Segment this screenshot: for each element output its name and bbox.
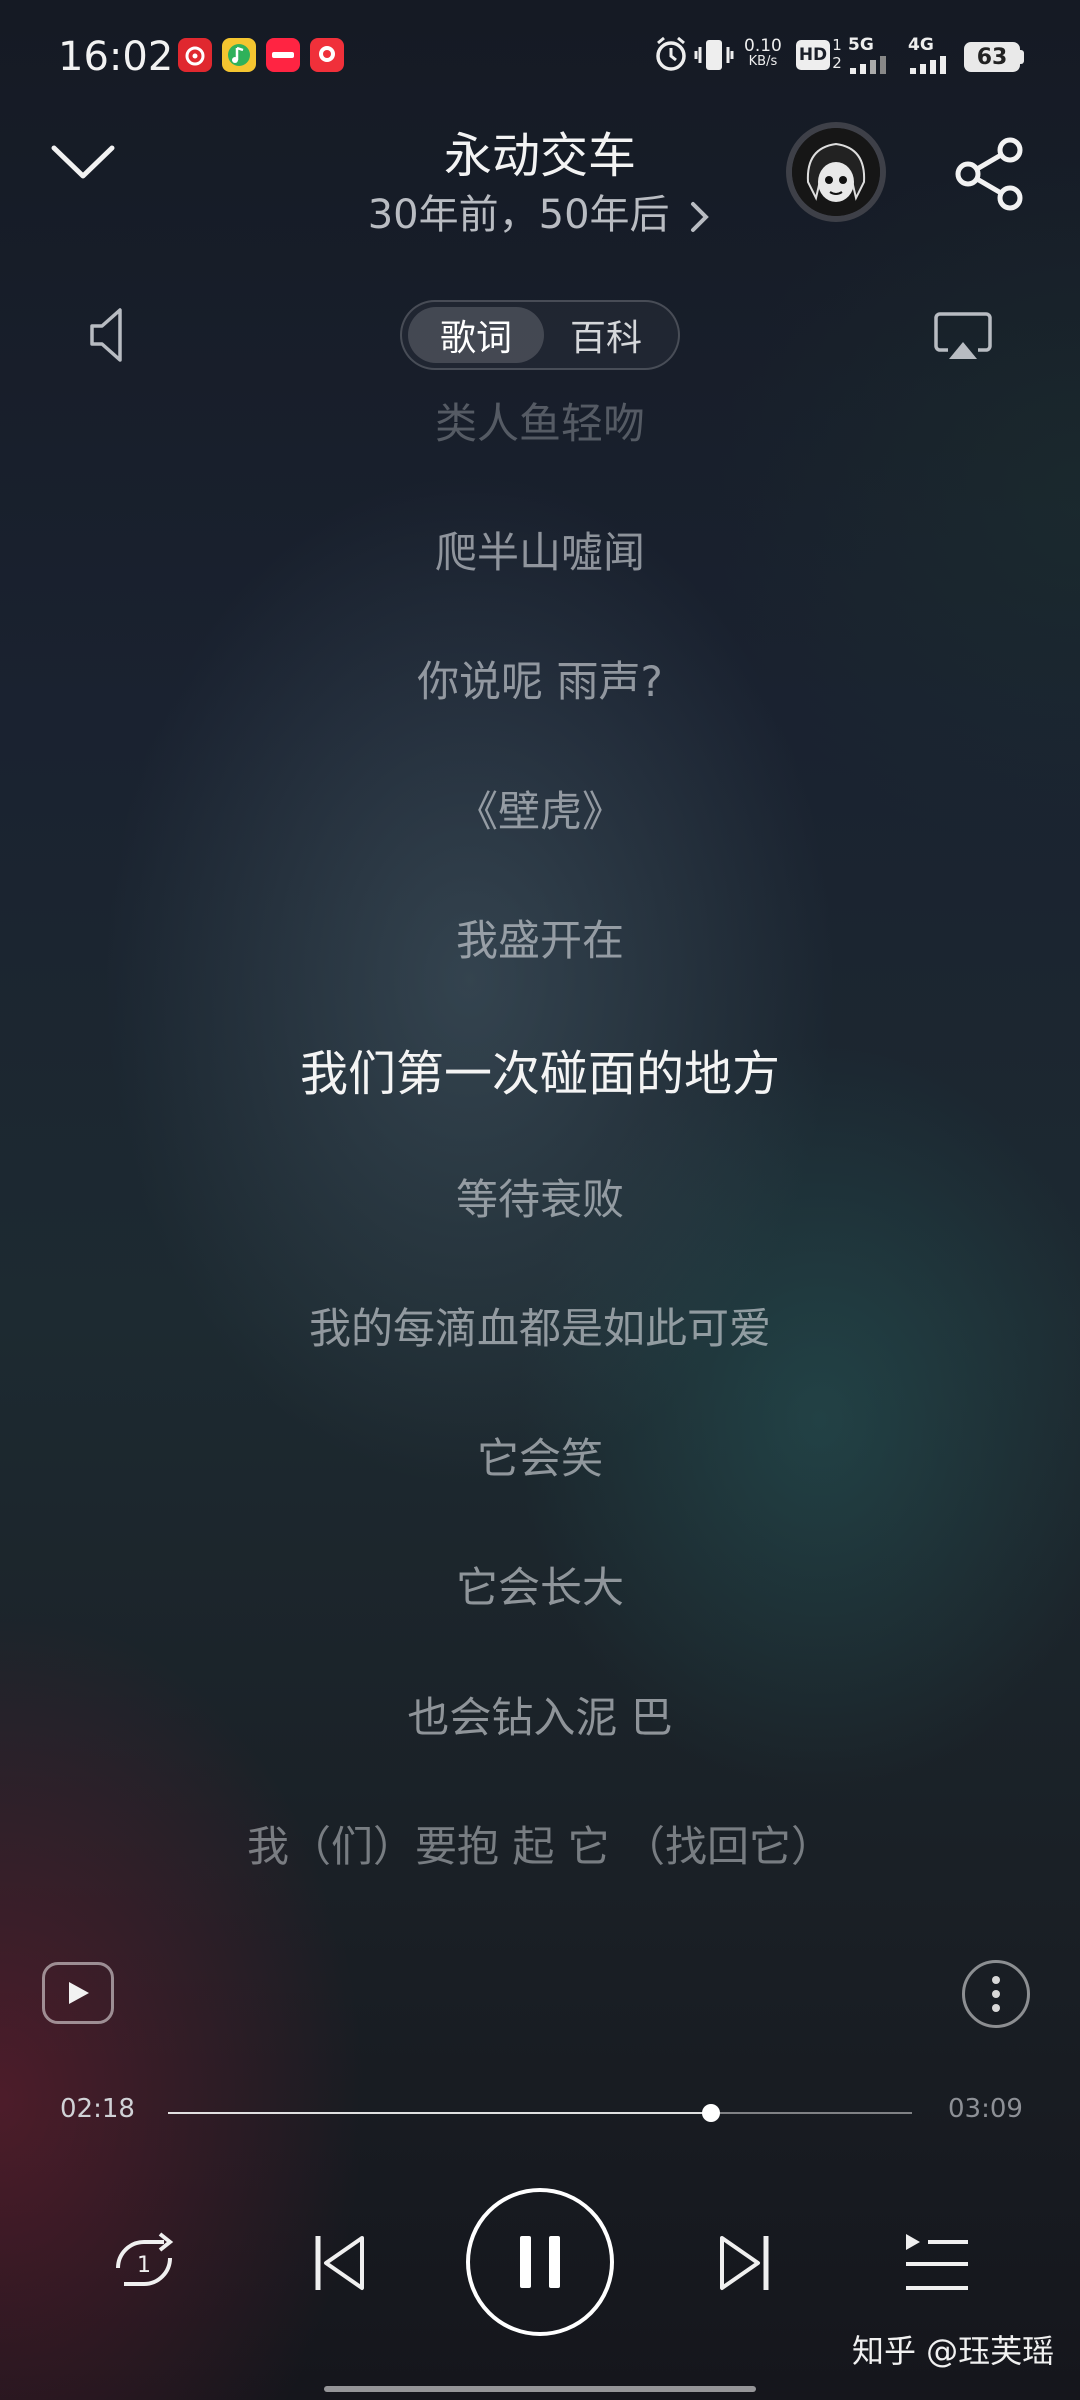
playlist-button[interactable] xyxy=(904,2230,970,2296)
album-name: 30年前，50年后 xyxy=(367,192,670,238)
progress-played xyxy=(168,2112,712,2114)
signal-5g: 5G xyxy=(848,36,896,76)
signal-bars-icon xyxy=(910,56,946,74)
lyric-line[interactable]: 它会笑 xyxy=(0,1425,1080,1486)
battery-tip xyxy=(1020,50,1024,64)
lyric-line[interactable]: 我的每滴血都是如此可爱 xyxy=(0,1295,1080,1356)
network-type-2: 4G xyxy=(908,35,934,55)
more-icon xyxy=(992,1976,1000,2012)
lyric-line[interactable]: 《壁虎》 xyxy=(0,778,1080,839)
playlist-icon xyxy=(906,2234,968,2290)
video-play-icon xyxy=(69,1982,89,2004)
volume-icon xyxy=(90,308,122,362)
next-button[interactable] xyxy=(716,2232,772,2294)
vibrate-icon xyxy=(694,38,734,72)
battery-level: 63 xyxy=(964,42,1020,72)
lyrics-tabs: 歌词 百科 xyxy=(400,300,680,370)
tab-lyrics[interactable]: 歌词 xyxy=(408,307,544,363)
netease-music-app-icon xyxy=(178,38,212,72)
network-speed-unit: KB/s xyxy=(748,54,778,69)
lyric-line[interactable]: 也会钻入泥 巴 xyxy=(0,1684,1080,1745)
lyric-line[interactable]: 我（们）要抱 起 它 （找回它） xyxy=(0,1813,1080,1874)
album-link[interactable]: 30年前，50年后 xyxy=(0,182,1080,240)
lyric-line-current[interactable]: 我们第一次碰面的地方 xyxy=(0,1034,1080,1104)
svg-text:1: 1 xyxy=(137,2253,151,2278)
lyric-line[interactable]: 它会长大 xyxy=(0,1554,1080,1615)
lyric-line[interactable]: 爬半山噓闻 xyxy=(0,519,1080,580)
pause-button[interactable] xyxy=(466,2188,614,2336)
home-indicator[interactable] xyxy=(324,2386,756,2392)
airplay-icon xyxy=(934,312,992,359)
status-time: 16:02 xyxy=(58,34,174,80)
previous-button[interactable] xyxy=(312,2232,368,2294)
volume-button[interactable] xyxy=(88,306,128,364)
share-button[interactable] xyxy=(952,136,1028,212)
share-icon xyxy=(955,137,1023,211)
artist-avatar[interactable] xyxy=(786,122,886,222)
previous-icon xyxy=(315,2236,364,2290)
progress-thumb[interactable] xyxy=(702,2104,721,2122)
repeat-one-icon: 1 xyxy=(116,2232,174,2286)
hd-badge: HD xyxy=(796,40,830,70)
network-speed-value: 0.10 xyxy=(744,36,782,56)
sim-indicator: 1 2 xyxy=(832,36,842,72)
more-button[interactable] xyxy=(962,1960,1030,2028)
signal-bars-icon xyxy=(850,56,886,74)
lyric-line[interactable]: 我盛开在 xyxy=(0,907,1080,968)
shopping-app-icon xyxy=(310,38,344,72)
lyric-line[interactable]: 类人鱼轻吻 xyxy=(0,390,1080,451)
network-speed: 0.10 KB/s xyxy=(744,38,782,70)
elapsed-time: 02:18 xyxy=(60,2094,135,2124)
lyric-line[interactable]: 等待衰败 xyxy=(0,1166,1080,1227)
network-type-1: 5G xyxy=(848,35,874,55)
next-icon xyxy=(720,2236,769,2290)
chevron-right-icon xyxy=(691,202,710,232)
total-duration: 03:09 xyxy=(948,2094,1023,2124)
repeat-one-button[interactable]: 1 xyxy=(104,2226,184,2298)
airplay-button[interactable] xyxy=(934,312,992,362)
pause-icon xyxy=(520,2236,560,2288)
tab-wiki[interactable]: 百科 xyxy=(538,307,674,363)
qq-music-app-icon xyxy=(222,38,256,72)
zhihu-watermark: 知乎 @珏芙瑶 xyxy=(852,2332,1055,2370)
signal-4g: 4G xyxy=(908,36,956,76)
xiaohongshu-app-icon xyxy=(266,38,300,72)
song-title: 永动交车 xyxy=(443,128,636,184)
avatar-illustration xyxy=(792,128,880,216)
alarm-icon xyxy=(654,36,688,72)
video-play-button[interactable] xyxy=(42,1962,114,2024)
lyric-line[interactable]: 你说呢 雨声? xyxy=(0,648,1080,709)
